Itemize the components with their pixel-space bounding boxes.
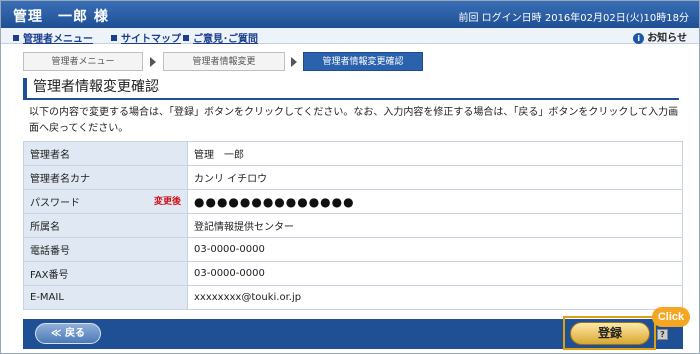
field-label-cell: 変更後 パスワード	[23, 189, 188, 214]
field-value: ●●●●●●●●●●●●●●	[187, 189, 683, 214]
nav-bar: 管理者メニュー サイトマップ ご意見･ご質問 i お知らせ	[1, 28, 699, 45]
field-label: パスワード	[30, 198, 80, 209]
step-admin-info-confirm: 管理者情報変更確認	[303, 52, 423, 71]
table-row: 電話番号 03-0000-0000	[23, 237, 683, 262]
step-arrow-icon	[150, 57, 156, 67]
table-row: 管理者名 管理 一郎	[23, 141, 683, 166]
table-row: 管理者名カナ カンリ イチロウ	[23, 165, 683, 190]
help-icon[interactable]: ?	[657, 329, 668, 340]
nav-link-label: サイトマップ	[121, 34, 181, 45]
step-admin-menu: 管理者メニュー	[23, 52, 143, 71]
page-description: 以下の内容で変更する場合は、「登録」ボタンをクリックしてください。なお、入力内容…	[29, 107, 679, 134]
app-window: 管理 一郎 様 前回 ログイン日時 2016年02月02日(火)10時18分 管…	[0, 0, 700, 354]
field-label: 管理者名	[23, 141, 188, 166]
register-button[interactable]: 登録	[570, 322, 650, 345]
info-table: 管理者名 管理 一郎 管理者名カナ カンリ イチロウ 変更後 パスワード ●●●●…	[23, 141, 683, 310]
nav-link-admin-menu[interactable]: 管理者メニュー	[13, 30, 93, 45]
click-callout: Click	[652, 307, 690, 327]
field-label: FAX番号	[23, 261, 188, 286]
nav-link-label: 管理者メニュー	[23, 34, 93, 45]
notice-label: お知らせ	[647, 33, 687, 44]
info-icon: i	[633, 33, 645, 44]
page-title: 管理者情報変更確認	[23, 78, 679, 100]
field-value: 管理 一郎	[187, 141, 683, 166]
field-label: 所属名	[23, 213, 188, 238]
bullet-square-icon	[111, 35, 117, 41]
last-login-info: 前回 ログイン日時 2016年02月02日(火)10時18分	[458, 13, 689, 24]
field-value: 03-0000-0000	[187, 237, 683, 262]
bullet-square-icon	[183, 35, 189, 41]
step-arrow-icon	[291, 57, 297, 67]
table-row: FAX番号 03-0000-0000	[23, 261, 683, 286]
password-mask: ●●●●●●●●●●●●●●	[194, 194, 355, 209]
table-row: 所属名 登記情報提供センター	[23, 213, 683, 238]
field-label: 管理者名カナ	[23, 165, 188, 190]
action-bar: ≪ 戻る 登録 ?	[23, 316, 683, 350]
table-row: 変更後 パスワード ●●●●●●●●●●●●●●	[23, 189, 683, 214]
nav-link-sitemap[interactable]: サイトマップ	[111, 30, 181, 45]
back-button[interactable]: ≪ 戻る	[35, 323, 101, 344]
field-label: E-MAIL	[23, 285, 188, 310]
header-bar: 管理 一郎 様 前回 ログイン日時 2016年02月02日(火)10時18分	[1, 1, 699, 28]
user-name: 管理 一郎 様	[13, 9, 109, 25]
changed-badge: 変更後	[153, 197, 181, 207]
nav-link-feedback[interactable]: ご意見･ご質問	[183, 30, 258, 45]
notice-link[interactable]: i お知らせ	[633, 29, 687, 44]
field-label: 電話番号	[23, 237, 188, 262]
field-value: 03-0000-0000	[187, 261, 683, 286]
nav-link-label: ご意見･ご質問	[193, 34, 258, 45]
field-value: xxxxxxxx@touki.or.jp	[187, 285, 683, 310]
table-row: E-MAIL xxxxxxxx@touki.or.jp	[23, 285, 683, 310]
bullet-square-icon	[13, 35, 19, 41]
field-value: カンリ イチロウ	[187, 165, 683, 190]
field-value: 登記情報提供センター	[187, 213, 683, 238]
step-admin-info-change: 管理者情報変更	[163, 52, 285, 71]
